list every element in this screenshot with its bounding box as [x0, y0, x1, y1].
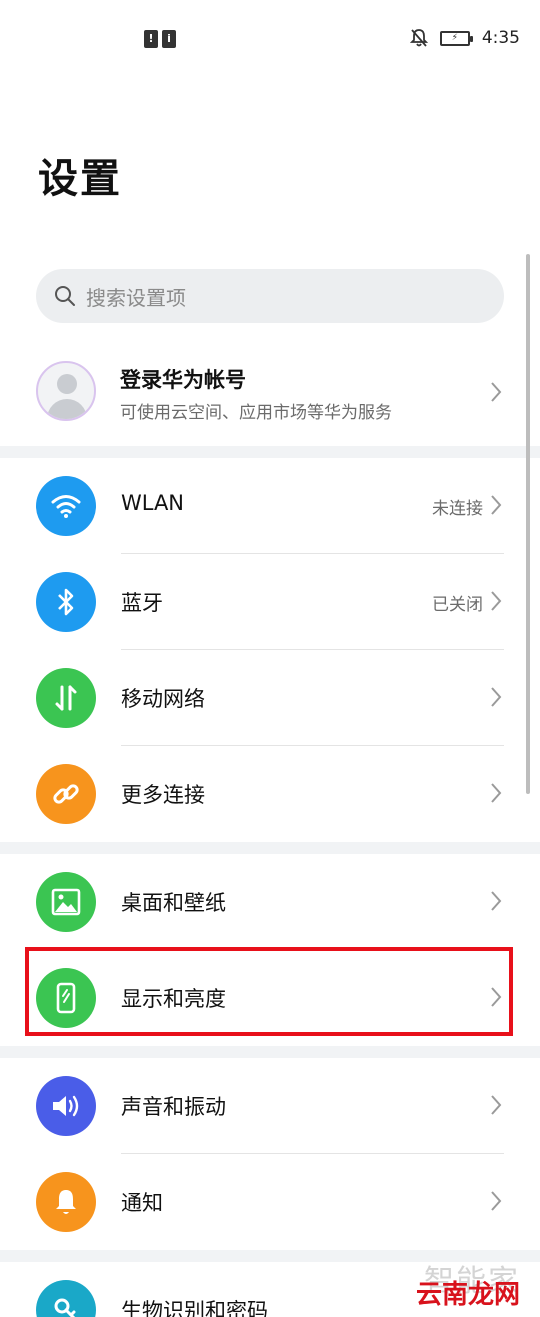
settings-row-label: 桌面和壁纸 [121, 891, 226, 915]
settings-row-label: WLAN [121, 491, 185, 515]
chevron-right-icon [491, 783, 502, 803]
settings-row-mobile-network[interactable]: 移动网络 [0, 650, 540, 746]
wifi-icon [36, 476, 96, 536]
status-right: ⚡ 4:35 [409, 28, 520, 48]
settings-row-label: 蓝牙 [121, 591, 163, 615]
scrollbar[interactable] [526, 254, 530, 794]
settings-row-bluetooth[interactable]: 蓝牙 已关闭 [0, 554, 540, 650]
chevron-right-icon [491, 591, 502, 611]
settings-row-label: 生物识别和密码 [121, 1299, 268, 1317]
info-icon: i [162, 30, 176, 48]
key-icon [36, 1280, 96, 1317]
highlight-box [25, 947, 513, 1036]
avatar [36, 361, 96, 421]
settings-row-sound[interactable]: 声音和振动 [0, 1058, 540, 1154]
page-header: 设置 [0, 80, 540, 254]
status-bar: ! i ⚡ 4:35 [0, 0, 540, 80]
sound-group: 声音和振动 通知 [0, 1058, 540, 1250]
alert-sim-icon: ! [144, 30, 158, 48]
search-placeholder: 搜索设置项 [86, 285, 186, 310]
search-section: 搜索设置项 [0, 254, 540, 340]
bluetooth-icon [36, 572, 96, 632]
settings-row-more-connections[interactable]: 更多连接 [0, 746, 540, 842]
link-icon [36, 764, 96, 824]
watermark-bottom-text: 云南龙网 [415, 1280, 520, 1310]
section-gap [0, 842, 540, 854]
clock: 4:35 [481, 28, 520, 48]
account-subtitle: 可使用云空间、应用市场等华为服务 [120, 403, 392, 423]
watermark: 智能家 云南龙网 [390, 1256, 530, 1312]
chevron-right-icon [491, 1095, 502, 1115]
settings-row-wlan[interactable]: WLAN 未连接 [0, 458, 540, 554]
status-left-icons: ! i [144, 30, 176, 48]
settings-row-label: 声音和振动 [121, 1095, 226, 1119]
account-title: 登录华为帐号 [120, 368, 246, 392]
section-gap [0, 1046, 540, 1058]
chevron-right-icon [491, 1191, 502, 1211]
settings-row-label: 更多连接 [121, 783, 205, 807]
settings-row-value: 未连接 [432, 499, 483, 519]
chevron-right-icon [491, 891, 502, 911]
connectivity-group: WLAN 未连接 蓝牙 已关闭 移动网络 更多连接 [0, 458, 540, 842]
settings-row-label: 通知 [121, 1191, 163, 1215]
notifications-off-icon [409, 29, 428, 47]
mobile-data-icon [36, 668, 96, 728]
settings-row-wallpaper[interactable]: 桌面和壁纸 [0, 854, 540, 950]
page-title: 设置 [38, 156, 122, 202]
settings-row-notifications[interactable]: 通知 [0, 1154, 540, 1250]
chevron-right-icon [491, 495, 502, 515]
notification-bell-icon [36, 1172, 96, 1232]
account-row[interactable]: 登录华为帐号 可使用云空间、应用市场等华为服务 [0, 340, 540, 446]
chevron-right-icon [491, 382, 502, 402]
search-icon [55, 286, 75, 306]
battery-icon: ⚡ [439, 30, 473, 46]
chevron-right-icon [491, 687, 502, 707]
wallpaper-icon [36, 872, 96, 932]
search-input[interactable]: 搜索设置项 [36, 269, 504, 323]
settings-row-value: 已关闭 [432, 595, 483, 615]
section-gap [0, 446, 540, 458]
settings-row-label: 移动网络 [121, 687, 205, 711]
sound-icon [36, 1076, 96, 1136]
